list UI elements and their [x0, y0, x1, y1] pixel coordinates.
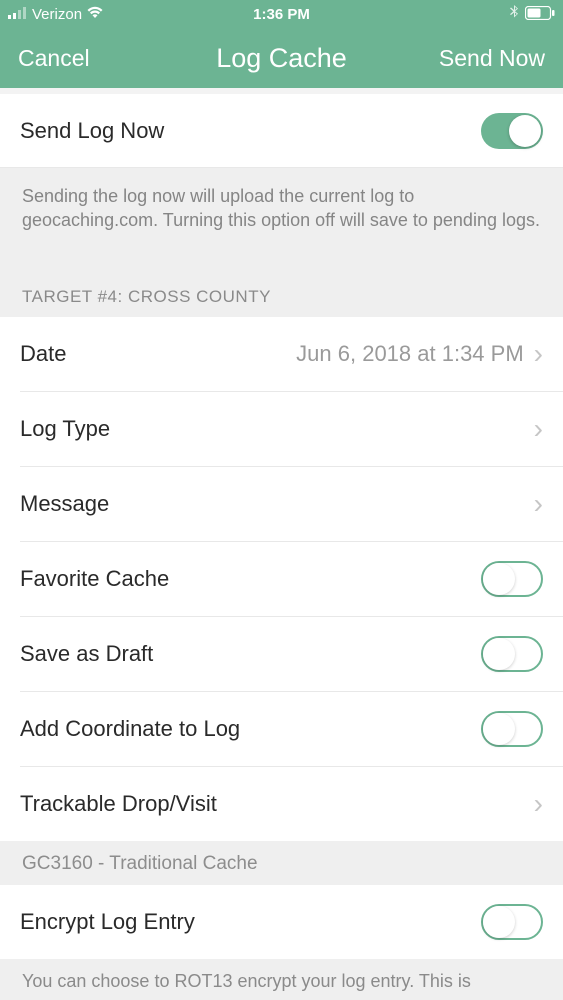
encrypt-toggle[interactable]	[481, 904, 543, 940]
date-value: Jun 6, 2018 at 1:34 PM	[296, 341, 524, 367]
log-type-row[interactable]: Log Type ›	[0, 392, 563, 466]
page-title: Log Cache	[194, 43, 370, 74]
battery-icon	[525, 6, 555, 24]
send-log-now-label: Send Log Now	[20, 118, 164, 144]
send-log-now-toggle[interactable]	[481, 113, 543, 149]
message-label: Message	[20, 491, 109, 517]
chevron-right-icon: ›	[534, 790, 543, 818]
cache-info-label: GC3160 - Traditional Cache	[0, 841, 563, 885]
save-draft-row: Save as Draft	[0, 617, 563, 691]
chevron-right-icon: ›	[534, 490, 543, 518]
log-type-label: Log Type	[20, 416, 110, 442]
cancel-button[interactable]: Cancel	[18, 45, 194, 72]
add-coord-toggle[interactable]	[481, 711, 543, 747]
carrier-label: Verizon	[32, 6, 82, 23]
add-coord-label: Add Coordinate to Log	[20, 716, 240, 742]
send-log-description: Sending the log now will upload the curr…	[0, 168, 563, 245]
message-row[interactable]: Message ›	[0, 467, 563, 541]
favorite-cache-row: Favorite Cache	[0, 542, 563, 616]
trackable-label: Trackable Drop/Visit	[20, 791, 217, 817]
save-draft-label: Save as Draft	[20, 641, 153, 667]
status-bar: Verizon 1:36 PM	[0, 0, 563, 29]
trackable-row[interactable]: Trackable Drop/Visit ›	[0, 767, 563, 841]
save-draft-toggle[interactable]	[481, 636, 543, 672]
encrypt-description: You can choose to ROT13 encrypt your log…	[0, 959, 563, 992]
encrypt-row: Encrypt Log Entry	[0, 885, 563, 959]
signal-icon	[8, 6, 28, 23]
add-coord-row: Add Coordinate to Log	[0, 692, 563, 766]
date-row[interactable]: Date Jun 6, 2018 at 1:34 PM ›	[0, 317, 563, 391]
date-label: Date	[20, 341, 66, 367]
send-log-now-row: Send Log Now	[0, 94, 563, 168]
nav-bar: Cancel Log Cache Send Now	[0, 29, 563, 88]
chevron-right-icon: ›	[534, 415, 543, 443]
chevron-right-icon: ›	[534, 340, 543, 368]
bluetooth-icon	[510, 5, 519, 24]
favorite-cache-label: Favorite Cache	[20, 566, 169, 592]
send-now-button[interactable]: Send Now	[369, 45, 545, 72]
favorite-cache-toggle[interactable]	[481, 561, 543, 597]
target-header: TARGET #4: CROSS COUNTY	[0, 245, 563, 317]
encrypt-label: Encrypt Log Entry	[20, 909, 195, 935]
time-label: 1:36 PM	[253, 6, 310, 23]
wifi-icon	[86, 6, 104, 23]
